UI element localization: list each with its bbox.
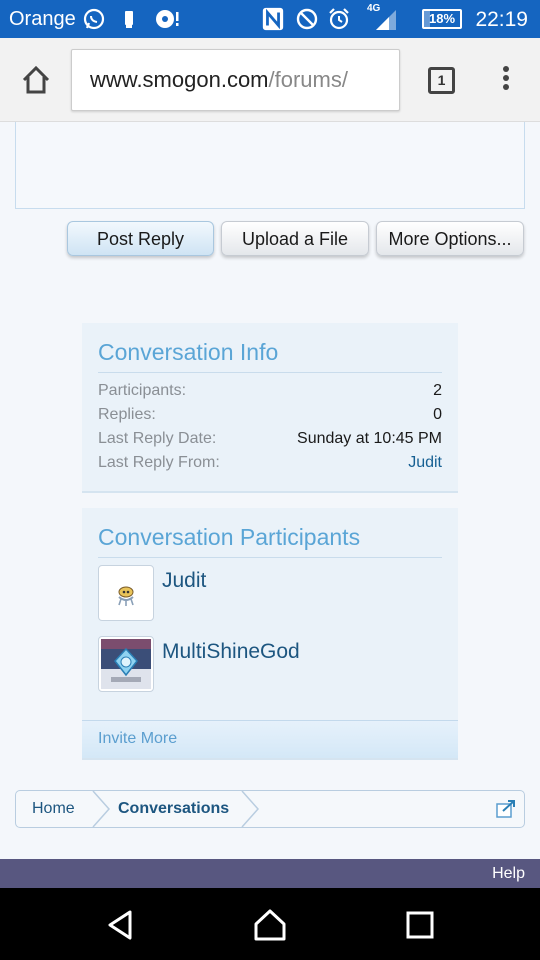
info-label: Replies: xyxy=(98,406,156,423)
home-nav-icon[interactable] xyxy=(253,908,287,942)
external-link-icon[interactable] xyxy=(496,800,516,818)
whatsapp-icon xyxy=(83,8,105,30)
info-label: Last Reply From: xyxy=(98,454,220,471)
participant-name-link[interactable]: MultiShineGod xyxy=(162,640,300,664)
reply-editor[interactable] xyxy=(15,122,525,209)
info-value: Sunday at 10:45 PM xyxy=(297,430,442,447)
alarm-icon xyxy=(329,8,349,30)
info-value: 0 xyxy=(433,406,442,423)
upload-file-button[interactable]: Upload a File xyxy=(221,221,369,256)
clock: 22:19 xyxy=(475,8,528,31)
android-nav-bar xyxy=(0,888,540,960)
media-icon xyxy=(156,10,179,28)
avatar[interactable] xyxy=(98,565,154,621)
footer-bar: Help xyxy=(0,859,540,888)
tab-count: 1 xyxy=(437,72,446,88)
breadcrumb-home[interactable]: Home xyxy=(32,791,75,827)
invite-more-link[interactable]: Invite More xyxy=(82,720,458,758)
breadcrumb-separator-icon xyxy=(241,791,259,827)
carrier-label: Orange xyxy=(9,8,76,30)
participants-title: Conversation Participants xyxy=(98,524,442,558)
conversation-info-panel: Conversation Info Participants: 2 Replie… xyxy=(82,323,458,493)
last-reply-user-link[interactable]: Judit xyxy=(408,454,442,472)
url-path: /forums/ xyxy=(268,67,348,92)
participant-name-link[interactable]: Judit xyxy=(162,569,206,593)
info-row-participants: Participants: 2 xyxy=(98,382,442,404)
home-icon[interactable] xyxy=(20,64,52,96)
recents-icon[interactable] xyxy=(403,908,437,942)
conversation-participants-panel: Conversation Participants Judit MultiShi… xyxy=(82,508,458,760)
info-label: Participants: xyxy=(98,382,187,399)
signal-icon xyxy=(376,10,396,30)
status-bar: Orange 4G 18% 22:19 xyxy=(0,0,540,38)
breadcrumb-conversations[interactable]: Conversations xyxy=(118,791,229,827)
browser-toolbar: www.smogon.com/forums/ 1 xyxy=(0,38,540,122)
back-icon[interactable] xyxy=(104,908,138,942)
overflow-menu-icon[interactable] xyxy=(500,66,512,96)
breadcrumb: Home Conversations xyxy=(15,790,525,828)
url-input[interactable]: www.smogon.com/forums/ xyxy=(71,49,400,111)
more-options-button[interactable]: More Options... xyxy=(376,221,524,256)
do-not-disturb-icon xyxy=(296,8,318,30)
nfc-icon xyxy=(262,7,284,31)
help-link[interactable]: Help xyxy=(492,865,525,883)
battery-label: 18% xyxy=(428,11,456,26)
avatar[interactable] xyxy=(98,636,154,692)
battery-indicator: 18% xyxy=(422,9,462,29)
breadcrumb-separator-icon xyxy=(92,791,110,827)
tab-switcher-button[interactable]: 1 xyxy=(428,67,455,94)
info-row-replies: Replies: 0 xyxy=(98,406,442,428)
conversation-info-title: Conversation Info xyxy=(98,339,442,373)
info-value: 2 xyxy=(433,382,442,399)
info-label: Last Reply Date: xyxy=(98,430,217,447)
avatar-sprite-icon xyxy=(101,639,151,689)
url-host: www.smogon.com xyxy=(90,67,269,92)
info-row-last-reply-date: Last Reply Date: Sunday at 10:45 PM xyxy=(98,430,442,452)
post-reply-button[interactable]: Post Reply xyxy=(67,221,214,256)
avatar-sprite-icon xyxy=(118,586,134,606)
info-row-last-reply-from: Last Reply From: Judit xyxy=(98,454,442,476)
phone-vibrate-icon xyxy=(125,11,133,28)
